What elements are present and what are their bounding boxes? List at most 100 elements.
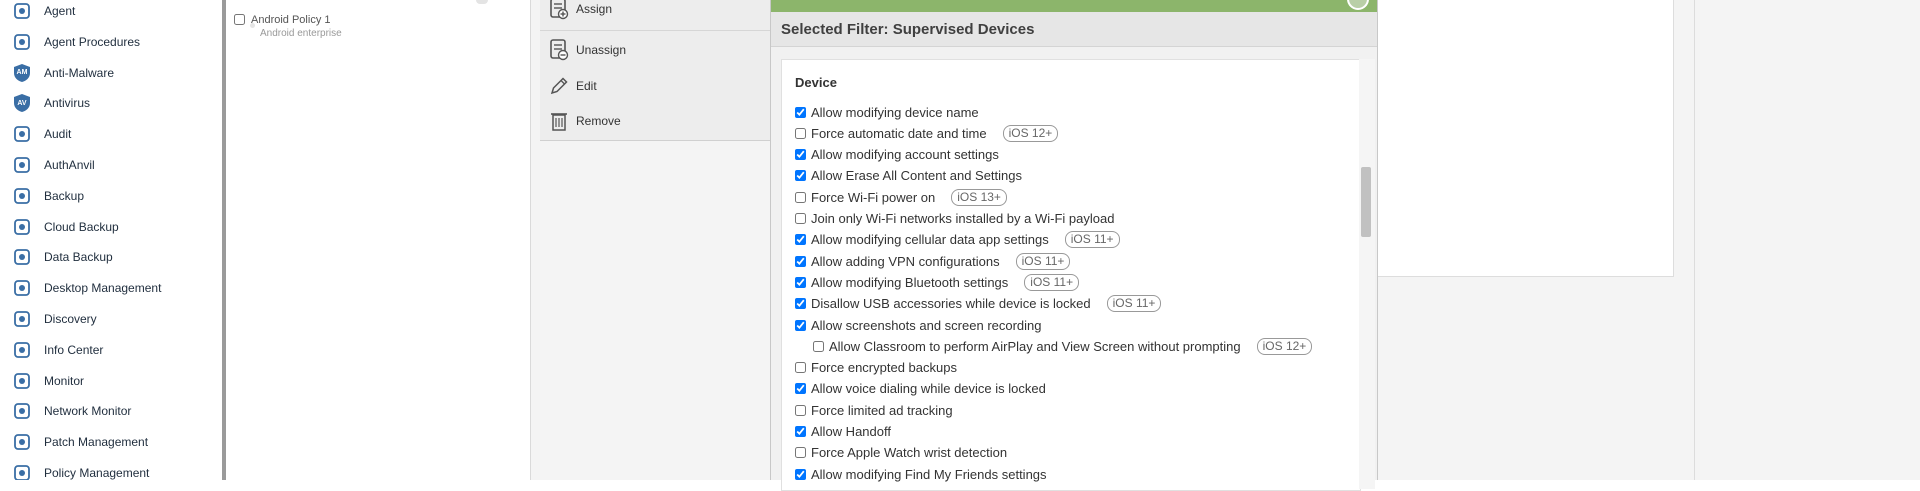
patch-management-icon	[12, 432, 32, 452]
remove-button[interactable]: Remove	[540, 104, 772, 138]
sidebar-item-label: AuthAnvil	[44, 158, 95, 172]
restriction-checkbox[interactable]	[795, 255, 806, 267]
sidebar-item-label: Network Monitor	[44, 404, 132, 419]
restriction-checkbox[interactable]	[795, 319, 806, 331]
policy-management-icon	[12, 463, 32, 480]
restriction-checkbox[interactable]	[795, 447, 806, 459]
assign-button[interactable]: Assign	[540, 0, 772, 26]
data-backup-icon	[12, 247, 32, 267]
restriction-option[interactable]: Force Wi-Fi power on iOS 13+	[795, 188, 1007, 206]
anti-malware-icon: AM	[12, 63, 32, 83]
sidebar-item-network-monitor[interactable]: Network Monitor	[0, 396, 222, 426]
sidebar-item-antivirus[interactable]: AV Antivirus	[0, 88, 222, 118]
sidebar-item-label: Anti-Malware	[44, 65, 115, 80]
sidebar-item-audit[interactable]: Audit	[0, 119, 222, 149]
panel-divider	[1694, 0, 1695, 480]
restriction-label: Force automatic date and time	[811, 125, 987, 141]
ios-version-badge: iOS 12+	[1002, 124, 1059, 142]
edit-label: Edit	[576, 79, 597, 93]
restriction-checkbox[interactable]	[813, 340, 824, 352]
modal-title: Selected Filter: Supervised Devices	[781, 20, 1035, 38]
monitor-icon	[12, 371, 32, 391]
detail-panel	[1374, 0, 1674, 277]
policy-name[interactable]: Android Policy 1	[251, 14, 331, 27]
restriction-checkbox[interactable]	[795, 468, 806, 480]
restriction-label: Allow Erase All Content and Settings	[811, 168, 1023, 184]
tree-item-policy[interactable]: Android Policy 1	[234, 14, 331, 27]
restriction-option[interactable]: Allow modifying account settings	[795, 146, 999, 164]
action-panel: Assign Unassign Edit Remove	[540, 0, 773, 141]
restriction-option[interactable]: Allow modifying cellular data app settin…	[795, 231, 1120, 249]
restriction-checkbox[interactable]	[795, 426, 806, 437]
sidebar-item-label: Data Backup	[44, 250, 113, 265]
restriction-option[interactable]: Force limited ad tracking	[795, 401, 953, 419]
restriction-option[interactable]: Allow Handoff	[795, 423, 891, 441]
sidebar-item-policy-management[interactable]: Policy Management	[0, 458, 222, 480]
unassign-button[interactable]: Unassign	[540, 33, 772, 67]
restriction-label: Allow modifying Bluetooth settings	[811, 274, 1009, 290]
restriction-checkbox[interactable]	[795, 234, 806, 246]
backup-icon	[12, 186, 32, 206]
sidebar-item-authanvil[interactable]: AuthAnvil	[0, 150, 222, 180]
sidebar-item-label: Info Center	[44, 342, 104, 357]
restriction-option[interactable]: Force Apple Watch wrist detection	[795, 444, 1007, 462]
restriction-checkbox[interactable]	[795, 276, 806, 288]
restriction-checkbox[interactable]	[795, 298, 806, 310]
sidebar-item-info-center[interactable]: Info Center	[0, 335, 222, 365]
policy-checkbox[interactable]	[234, 14, 245, 25]
sidebar-item-label: Audit	[44, 127, 72, 142]
restriction-label: Force Apple Watch wrist detection	[811, 445, 1008, 461]
restriction-label: Force limited ad tracking	[811, 402, 953, 418]
restriction-option[interactable]: Allow Erase All Content and Settings	[795, 167, 1022, 185]
ios-version-badge: iOS 11+	[1106, 295, 1162, 313]
sidebar-item-desktop-management[interactable]: Desktop Management	[0, 273, 222, 303]
restriction-label: Allow modifying Find My Friends settings	[811, 466, 1047, 482]
restriction-option[interactable]: Disallow USB accessories while device is…	[795, 295, 1162, 313]
assign-label: Assign	[576, 2, 613, 16]
restriction-option[interactable]: Allow voice dialing while device is lock…	[795, 380, 1046, 398]
tree-expander-stub	[476, 0, 488, 4]
pencil-icon	[548, 75, 570, 97]
restriction-checkbox[interactable]	[795, 106, 806, 118]
sidebar-item-cloud-backup[interactable]: Cloud Backup	[0, 212, 222, 242]
discovery-icon	[12, 309, 32, 329]
module-sidebar: Agent Agent Procedures AM Anti-Malware AV Ant…	[0, 0, 226, 480]
restriction-checkbox[interactable]	[795, 191, 806, 203]
restriction-option[interactable]: Allow modifying Find My Friends settings	[795, 465, 1047, 483]
restriction-option[interactable]: Allow modifying Bluetooth settings iOS 11…	[795, 273, 1080, 291]
sidebar-item-discovery[interactable]: Discovery	[0, 304, 222, 334]
sidebar-item-data-backup[interactable]: Data Backup	[0, 242, 222, 272]
sidebar-item-agent-procedures[interactable]: Agent Procedures	[0, 27, 222, 57]
sidebar-item-patch-management[interactable]: Patch Management	[0, 427, 222, 457]
restriction-option[interactable]: Join only Wi-Fi networks installed by a …	[795, 210, 1114, 228]
unassign-icon	[548, 39, 570, 61]
restriction-checkbox[interactable]	[795, 170, 806, 182]
sidebar-item-anti-malware[interactable]: AM Anti-Malware	[0, 58, 222, 88]
restriction-option[interactable]: Allow adding VPN configurations iOS 11+	[795, 252, 1071, 270]
sidebar-item-label: Agent	[44, 4, 76, 18]
sidebar-item-backup[interactable]: Backup	[0, 181, 222, 211]
restrictions-list: Device Allow modifying device name Force …	[781, 59, 1361, 491]
restriction-checkbox[interactable]	[795, 404, 806, 416]
restriction-checkbox[interactable]	[795, 362, 806, 374]
restriction-option[interactable]: Allow screenshots and screen recording	[795, 316, 1042, 334]
trash-icon	[548, 110, 570, 132]
restriction-label: Allow adding VPN configurations	[811, 253, 1000, 269]
scrollbar-thumb[interactable]	[1361, 167, 1371, 237]
policy-type: Android enterprise	[260, 28, 342, 39]
policy-tree-panel: Android Policy 1 Android enterprise	[226, 0, 531, 480]
restriction-checkbox[interactable]	[795, 149, 806, 161]
restriction-checkbox[interactable]	[795, 213, 806, 224]
restriction-option[interactable]: Allow modifying device name	[795, 103, 979, 121]
ios-version-badge: iOS 12+	[1256, 337, 1313, 355]
restriction-checkbox[interactable]	[795, 127, 806, 139]
sidebar-item-agent[interactable]: Agent	[0, 0, 222, 26]
restriction-option[interactable]: Force encrypted backups	[795, 359, 957, 377]
sidebar-item-monitor[interactable]: Monitor	[0, 366, 222, 396]
edit-button[interactable]: Edit	[540, 69, 772, 103]
restriction-option[interactable]: Force automatic date and time iOS 12+	[795, 124, 1059, 142]
restriction-option[interactable]: Allow Classroom to perform AirPlay and V…	[813, 337, 1313, 355]
restriction-checkbox[interactable]	[795, 383, 806, 395]
unassign-label: Unassign	[576, 43, 627, 57]
modal-scrollbar[interactable]	[1359, 59, 1375, 489]
